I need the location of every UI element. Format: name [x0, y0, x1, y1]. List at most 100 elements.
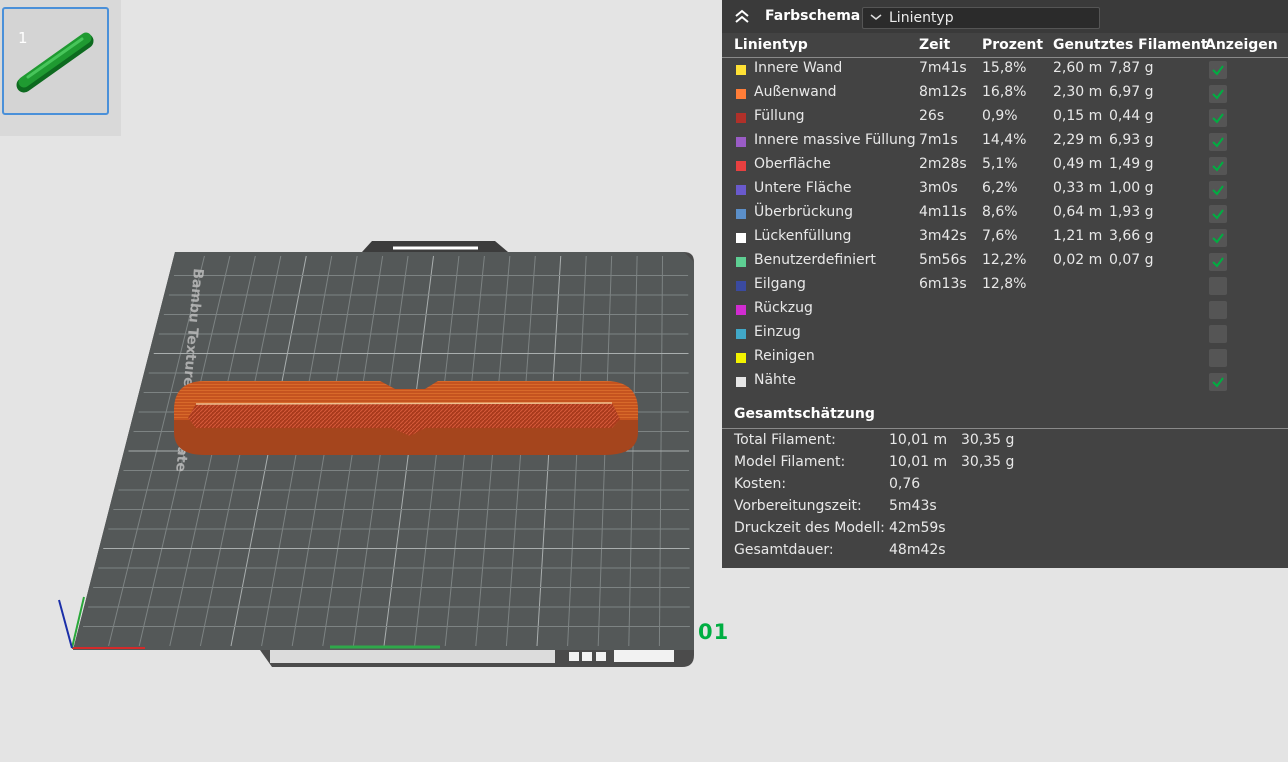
line-type-time: 8m12s — [919, 84, 967, 100]
line-type-percent: 7,6% — [982, 228, 1018, 244]
checkmark-icon — [1212, 257, 1224, 268]
line-type-meters: 0,64 m — [1053, 204, 1103, 220]
line-type-name: Überbrückung — [754, 204, 854, 220]
line-type-name: Eilgang — [754, 276, 806, 292]
line-type-grams: 1,00 g — [1109, 180, 1154, 196]
summary-extra: 30,35 g — [961, 454, 1015, 470]
checkmark-icon — [1212, 377, 1224, 388]
line-type-time: 4m11s — [919, 204, 967, 220]
column-header-line-type: Linientyp — [734, 37, 808, 53]
line-type-grams: 0,44 g — [1109, 108, 1154, 124]
line-type-meters: 0,02 m — [1053, 252, 1103, 268]
line-type-meters: 2,29 m — [1053, 132, 1103, 148]
color-swatch — [736, 305, 746, 315]
line-type-name: Außenwand — [754, 84, 837, 100]
color-swatch — [736, 113, 746, 123]
line-type-grams: 1,49 g — [1109, 156, 1154, 172]
line-type-time: 3m0s — [919, 180, 958, 196]
legend-row: Innere Wand 7m41s 15,8% 2,60 m 7,87 g — [722, 58, 1288, 82]
color-swatch — [736, 281, 746, 291]
summary-row: Gesamtdauer: 48m42s — [722, 540, 1288, 562]
show-checkbox[interactable] — [1209, 301, 1227, 319]
line-type-legend-panel: Farbschema Linientyp Linientyp Zeit Proz… — [722, 0, 1288, 568]
show-checkbox[interactable] — [1209, 85, 1227, 103]
color-scheme-dropdown[interactable]: Linientyp — [862, 7, 1100, 29]
summary-label: Vorbereitungszeit: — [734, 498, 862, 514]
summary-value: 0,76 — [889, 476, 921, 492]
legend-row: Benutzerdefiniert 5m56s 12,2% 0,02 m 0,07 g — [722, 250, 1288, 274]
line-type-meters: 0,49 m — [1053, 156, 1103, 172]
summary-divider — [722, 428, 1288, 429]
column-header-time: Zeit — [919, 37, 951, 53]
show-checkbox[interactable] — [1209, 181, 1227, 199]
show-checkbox[interactable] — [1209, 205, 1227, 223]
plate-number-label[interactable]: 01 — [698, 620, 729, 644]
line-type-time: 6m13s — [919, 276, 967, 292]
show-checkbox[interactable] — [1209, 277, 1227, 295]
show-checkbox[interactable] — [1209, 157, 1227, 175]
color-scheme-label: Farbschema — [765, 8, 861, 24]
legend-row: Überbrückung 4m11s 8,6% 0,64 m 1,93 g — [722, 202, 1288, 226]
color-swatch — [736, 329, 746, 339]
line-type-grams: 6,97 g — [1109, 84, 1154, 100]
summary-value: 42m59s — [889, 520, 946, 536]
color-swatch — [736, 353, 746, 363]
color-swatch — [736, 161, 746, 171]
checkmark-icon — [1212, 161, 1224, 172]
summary-label: Kosten: — [734, 476, 787, 492]
line-type-name: Nähte — [754, 372, 797, 388]
color-swatch — [736, 377, 746, 387]
checkmark-icon — [1212, 185, 1224, 196]
collapse-icon[interactable] — [733, 8, 751, 24]
line-type-percent: 5,1% — [982, 156, 1018, 172]
color-swatch — [736, 209, 746, 219]
checkmark-icon — [1212, 65, 1224, 76]
line-type-meters: 2,60 m — [1053, 60, 1103, 76]
line-type-grams: 1,93 g — [1109, 204, 1154, 220]
summary-row: Total Filament: 10,01 m 30,35 g — [722, 430, 1288, 452]
summary-value: 5m43s — [889, 498, 937, 514]
show-checkbox[interactable] — [1209, 373, 1227, 391]
show-checkbox[interactable] — [1209, 61, 1227, 79]
color-swatch — [736, 257, 746, 267]
line-type-name: Reinigen — [754, 348, 815, 364]
legend-row: Oberfläche 2m28s 5,1% 0,49 m 1,49 g — [722, 154, 1288, 178]
line-type-grams: 6,93 g — [1109, 132, 1154, 148]
column-header-percent: Prozent — [982, 37, 1044, 53]
checkmark-icon — [1212, 209, 1224, 220]
color-swatch — [736, 137, 746, 147]
show-checkbox[interactable] — [1209, 349, 1227, 367]
summary-extra: 30,35 g — [961, 432, 1015, 448]
summary-label: Gesamtdauer: — [734, 542, 834, 558]
summary-value: 10,01 m — [889, 454, 948, 470]
summary-value: 48m42s — [889, 542, 946, 558]
summary-label: Total Filament: — [734, 432, 836, 448]
show-checkbox[interactable] — [1209, 253, 1227, 271]
legend-row: Lückenfüllung 3m42s 7,6% 1,21 m 3,66 g — [722, 226, 1288, 250]
show-checkbox[interactable] — [1209, 109, 1227, 127]
color-swatch — [736, 65, 746, 75]
color-scheme-value: Linientyp — [889, 10, 954, 26]
show-checkbox[interactable] — [1209, 325, 1227, 343]
color-swatch — [736, 185, 746, 195]
legend-row: Einzug — [722, 322, 1288, 346]
show-checkbox[interactable] — [1209, 133, 1227, 151]
line-type-name: Rückzug — [754, 300, 813, 316]
column-header-show: Anzeigen — [1205, 37, 1278, 53]
line-type-percent: 12,8% — [982, 276, 1027, 292]
line-type-name: Untere Fläche — [754, 180, 852, 196]
summary-label: Druckzeit des Modell: — [734, 520, 885, 536]
model-preview[interactable] — [174, 381, 638, 455]
legend-row: Nähte — [722, 370, 1288, 394]
line-type-percent: 6,2% — [982, 180, 1018, 196]
show-checkbox[interactable] — [1209, 229, 1227, 247]
legend-row: Innere massive Füllung 7m1s 14,4% 2,29 m 6,9… — [722, 130, 1288, 154]
line-type-grams: 3,66 g — [1109, 228, 1154, 244]
line-type-name: Innere massive Füllung — [754, 132, 916, 148]
line-type-percent: 12,2% — [982, 252, 1027, 268]
column-header-filament: Genutztes Filament — [1053, 37, 1208, 53]
line-type-meters: 2,30 m — [1053, 84, 1103, 100]
line-type-percent: 14,4% — [982, 132, 1027, 148]
line-type-meters: 1,21 m — [1053, 228, 1103, 244]
build-plate-scene[interactable]: Bambu Textured PEI Plate — [0, 0, 720, 700]
